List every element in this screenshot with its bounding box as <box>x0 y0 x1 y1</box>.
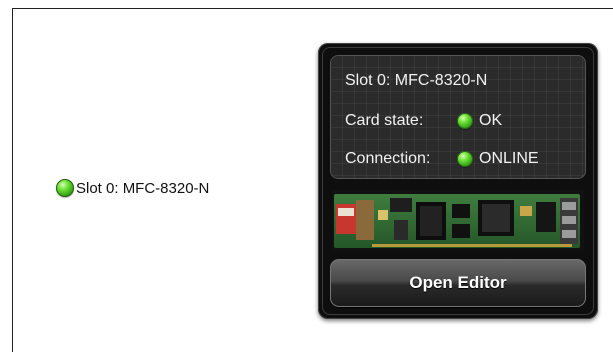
card-info-panel: Slot 0: MFC-8320-N Card state: OK Connec… <box>330 55 586 179</box>
card-state-led-icon <box>457 113 473 129</box>
slot-card: Slot 0: MFC-8320-N Card state: OK Connec… <box>318 43 598 319</box>
slot-tree-label: Slot 0: MFC-8320-N <box>76 179 210 197</box>
connection-value: ONLINE <box>479 150 539 167</box>
card-state-value: OK <box>479 112 503 129</box>
status-led-icon <box>56 179 74 197</box>
card-title: Slot 0: MFC-8320-N <box>345 72 488 89</box>
connection-row: Connection: ONLINE <box>345 151 539 167</box>
connection-label: Connection: <box>345 150 431 167</box>
card-title-row: Slot 0: MFC-8320-N <box>345 73 487 89</box>
card-state-row: Card state: OK <box>345 113 502 129</box>
circuit-board-photo-icon <box>332 190 584 252</box>
slot-tree-item[interactable]: Slot 0: MFC-8320-N <box>56 179 209 197</box>
connection-led-icon <box>457 151 473 167</box>
open-editor-button[interactable]: Open Editor <box>330 259 586 307</box>
card-state-label: Card state: <box>345 112 424 129</box>
